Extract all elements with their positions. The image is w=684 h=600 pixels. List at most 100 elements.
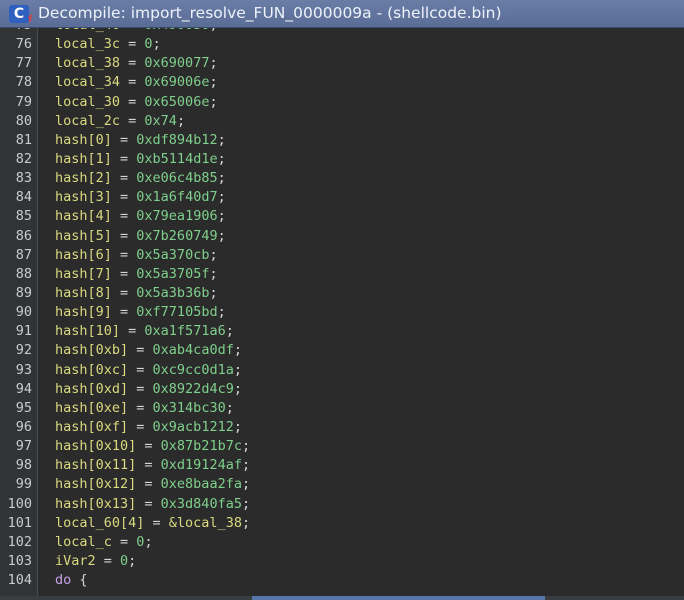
lhs-token[interactable]: hash[8] [55, 285, 112, 301]
rhs-token[interactable]: &local_38 [169, 515, 242, 531]
line-number: 103 [7, 552, 32, 569]
assign-operator: = [120, 55, 145, 72]
lhs-token[interactable]: local_30 [55, 94, 120, 110]
number-literal[interactable]: 0x65006e [144, 94, 209, 110]
code-line[interactable]: hash[0xb] = 0xab4ca0df; [38, 341, 684, 360]
number-literal[interactable]: 0x87b21b7c [161, 438, 242, 454]
code-line[interactable]: local_38 = 0x690077; [38, 54, 684, 73]
number-literal[interactable]: 0x74 [144, 113, 177, 129]
lhs-token[interactable]: hash[0xb] [55, 342, 128, 358]
number-literal[interactable]: 0 [120, 553, 128, 569]
number-literal[interactable]: 0xe8baa2fa [161, 476, 242, 492]
assign-operator: = [111, 150, 137, 167]
lhs-token[interactable]: hash[0x11] [55, 457, 136, 473]
code-line[interactable]: local_c = 0; [38, 533, 684, 552]
number-literal[interactable]: 0x7b260749 [136, 228, 217, 244]
lhs-token[interactable]: local_34 [55, 74, 120, 90]
number-literal[interactable]: 0x5a3705f [136, 266, 209, 282]
code-line[interactable]: hash[0xf] = 0x9acb1212; [38, 418, 684, 437]
lhs-token[interactable]: hash[3] [55, 189, 112, 205]
lhs-token[interactable]: hash[0xe] [55, 400, 128, 416]
number-literal[interactable]: 0x9acb1212 [153, 419, 234, 435]
window-titlebar[interactable]: Cf Decompile: import_resolve_FUN_0000009… [0, 0, 684, 28]
code-line[interactable]: local_34 = 0x69006e; [38, 73, 684, 92]
lhs-token[interactable]: local_3c [55, 36, 120, 52]
code-line[interactable]: hash[2] = 0xe06c4b85; [38, 169, 684, 188]
lhs-token[interactable]: hash[5] [55, 228, 112, 244]
code-line[interactable]: hash[6] = 0x5a370cb; [38, 246, 684, 265]
code-line[interactable]: iVar2 = 0; [38, 552, 684, 571]
code-line[interactable]: hash[0xe] = 0x314bc30; [38, 399, 684, 418]
code-line[interactable]: hash[0x10] = 0x87b21b7c; [38, 437, 684, 456]
lhs-token[interactable]: local_40 [55, 28, 120, 33]
lhs-token[interactable]: hash[0] [55, 132, 112, 148]
lhs-token[interactable]: hash[0x13] [55, 496, 136, 512]
number-literal[interactable]: 0x490030 [144, 28, 209, 33]
lhs-token[interactable]: hash[4] [55, 208, 112, 224]
number-literal[interactable]: 0x8922d4c9 [153, 381, 234, 397]
lhs-token[interactable]: hash[0xc] [55, 362, 128, 378]
code-line[interactable]: hash[4] = 0x79ea1906; [38, 207, 684, 226]
code-line[interactable]: hash[0xd] = 0x8922d4c9; [38, 380, 684, 399]
number-literal[interactable]: 0x5a3b36b [136, 285, 209, 301]
lhs-token[interactable]: hash[2] [55, 170, 112, 186]
lhs-token[interactable]: hash[9] [55, 304, 112, 320]
code-line[interactable]: local_40 = 0x490030; [38, 28, 684, 35]
code-line[interactable]: hash[0x11] = 0xd19124af; [38, 456, 684, 475]
lhs-token[interactable]: local_38 [55, 55, 120, 71]
number-literal[interactable]: 0xdf894b12 [136, 132, 217, 148]
semicolon: ; [209, 246, 218, 263]
code-line[interactable]: hash[0] = 0xdf894b12; [38, 131, 684, 150]
number-literal[interactable]: 0x1a6f40d7 [136, 189, 217, 205]
number-literal[interactable]: 0xab4ca0df [153, 342, 234, 358]
number-literal[interactable]: 0x69006e [144, 74, 209, 90]
code-line[interactable]: local_3c = 0; [38, 35, 684, 54]
lhs-token[interactable]: hash[0xd] [55, 381, 128, 397]
code-line[interactable]: hash[0x13] = 0x3d840fa5; [38, 495, 684, 514]
number-literal[interactable]: 0xa1f571a6 [144, 323, 225, 339]
lhs-token[interactable]: local_c [55, 534, 112, 550]
code-line[interactable]: hash[0x12] = 0xe8baa2fa; [38, 475, 684, 494]
lhs-token[interactable]: hash[1] [55, 151, 112, 167]
lhs-token[interactable]: iVar2 [55, 553, 96, 569]
number-literal[interactable]: 0 [144, 36, 152, 52]
assign-operator: = [111, 189, 137, 206]
lhs-token[interactable]: hash[0x12] [55, 476, 136, 492]
number-literal[interactable]: 0x314bc30 [153, 400, 226, 416]
lhs-token[interactable]: local_60[4] [55, 515, 144, 531]
code-line[interactable]: hash[10] = 0xa1f571a6; [38, 322, 684, 341]
semicolon: ; [209, 93, 218, 110]
number-literal[interactable]: 0x5a370cb [136, 247, 209, 263]
code-line[interactable]: hash[0xc] = 0xc9cc0d1a; [38, 361, 684, 380]
code-view[interactable]: local_40 = 0x490030;local_3c = 0;local_3… [38, 28, 684, 600]
number-literal[interactable]: 0x3d840fa5 [161, 496, 242, 512]
lhs-token[interactable]: hash[7] [55, 266, 112, 282]
horizontal-scrollbar[interactable] [0, 596, 684, 600]
code-line[interactable]: hash[9] = 0xf77105bd; [38, 303, 684, 322]
lhs-token[interactable]: local_2c [55, 113, 120, 129]
code-line[interactable]: local_30 = 0x65006e; [38, 93, 684, 112]
code-line[interactable]: hash[5] = 0x7b260749; [38, 227, 684, 246]
keyword-token[interactable]: do [55, 572, 71, 588]
number-literal[interactable]: 0x79ea1906 [136, 208, 217, 224]
number-literal[interactable]: 0xe06c4b85 [136, 170, 217, 186]
lhs-token[interactable]: hash[0x10] [55, 438, 136, 454]
code-line[interactable]: local_60[4] = &local_38; [38, 514, 684, 533]
lhs-token[interactable]: hash[10] [55, 323, 120, 339]
number-literal[interactable]: 0xf77105bd [136, 304, 217, 320]
code-line[interactable]: hash[3] = 0x1a6f40d7; [38, 188, 684, 207]
number-literal[interactable]: 0xb5114d1e [136, 151, 217, 167]
code-line[interactable]: local_2c = 0x74; [38, 112, 684, 131]
code-line[interactable]: hash[7] = 0x5a3705f; [38, 265, 684, 284]
line-number: 75 [0, 28, 37, 35]
number-literal[interactable]: 0xc9cc0d1a [153, 362, 234, 378]
code-line[interactable]: do { [38, 571, 684, 590]
code-line[interactable]: hash[1] = 0xb5114d1e; [38, 150, 684, 169]
lhs-token[interactable]: hash[0xf] [55, 419, 128, 435]
number-literal[interactable]: 0x690077 [144, 55, 209, 71]
number-literal[interactable]: 0xd19124af [161, 457, 242, 473]
scrollbar-thumb[interactable] [252, 596, 545, 600]
lhs-token[interactable]: hash[6] [55, 247, 112, 263]
assign-operator: = [120, 112, 145, 129]
code-line[interactable]: hash[8] = 0x5a3b36b; [38, 284, 684, 303]
